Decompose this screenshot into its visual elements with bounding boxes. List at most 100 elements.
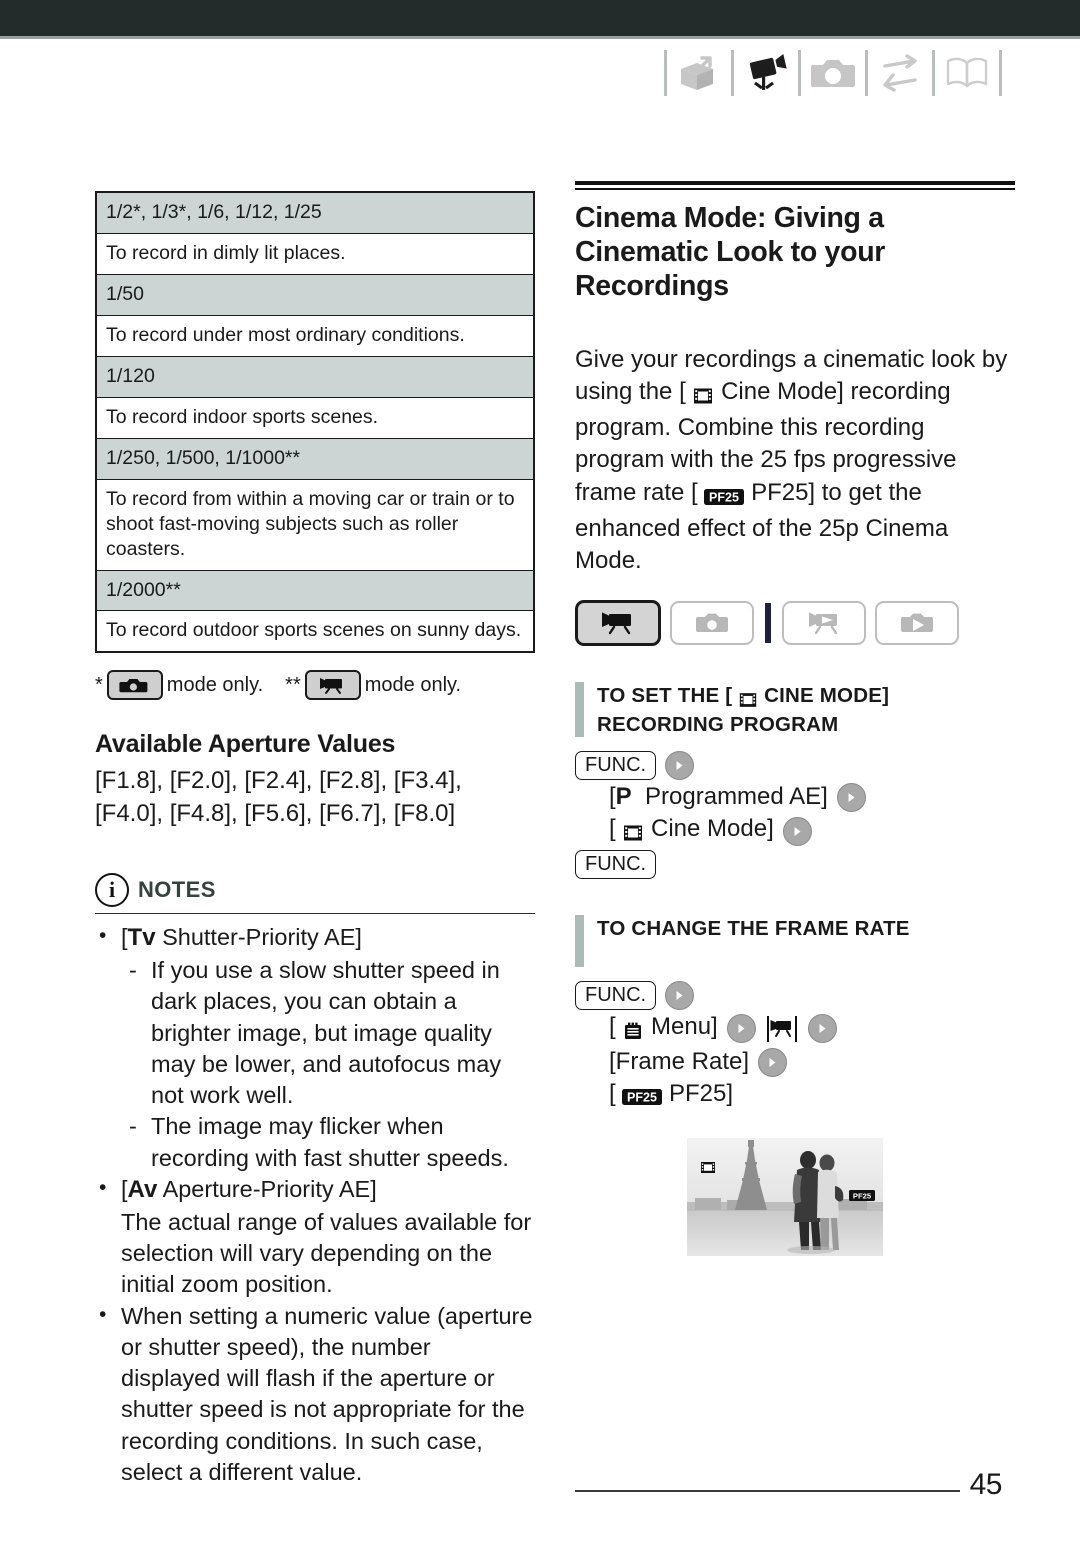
table-row: To record outdoor sports scenes on sunny… xyxy=(95,610,535,653)
shutter-speed-value: 1/2000** xyxy=(95,569,535,612)
shutter-speed-description: To record from within a moving car or tr… xyxy=(95,478,535,571)
pf25-badge-icon: PF25 xyxy=(698,482,751,509)
aperture-heading: Available Aperture Values xyxy=(95,730,396,759)
left-column: 1/2*, 1/3*, 1/6, 1/12, 1/25 To record in… xyxy=(95,191,535,1489)
mode-photo-camera[interactable] xyxy=(670,600,754,645)
menu-icon xyxy=(616,1016,651,1043)
table-row: To record in dimly lit places. xyxy=(95,232,535,275)
right-column: Cinema Mode: Giving a Cinematic Look to … xyxy=(575,181,1015,1256)
shutter-speed-description: To record outdoor sports scenes on sunny… xyxy=(95,610,535,653)
table-row: To record under most ordinary conditions… xyxy=(95,314,535,357)
arrow-right-icon xyxy=(665,751,695,781)
photo-camera-mode-icon xyxy=(106,670,163,701)
section-header-frame-rate: To change the frame rate xyxy=(575,914,1015,967)
single-star-marker: * xyxy=(95,674,103,697)
procedure-step: [ Cine Mode] xyxy=(575,815,1015,847)
bracket-open: [ xyxy=(609,1012,616,1040)
arrow-right-icon xyxy=(726,1014,756,1044)
procedure-step: FUNC. xyxy=(575,849,1015,879)
mode-button-row xyxy=(575,599,1015,646)
option-label: Cine Mode] xyxy=(651,815,774,843)
p-badge: P xyxy=(615,783,632,811)
shutter-speed-description: To record indoor sports scenes. xyxy=(95,396,535,439)
aperture-values: [F1.8], [F2.0], [F2.4], [F2.8], [F3.4], … xyxy=(95,767,462,828)
list-item: [Tv Shutter-Priority AE] xyxy=(95,922,535,954)
bracket-open: [ xyxy=(609,783,616,811)
cine-mode-icon xyxy=(732,687,764,710)
option-label: Menu] xyxy=(651,1012,718,1040)
option-text: [ Menu] xyxy=(609,1013,718,1045)
svg-text:PF25: PF25 xyxy=(627,1091,657,1105)
option-label: PF25] xyxy=(669,1079,734,1107)
mode-camcorder[interactable] xyxy=(575,599,661,646)
notes-section: i NOTES [Tv Shutter-Priority AE] If you … xyxy=(95,872,535,1488)
shutter-speed-value: 1/50 xyxy=(95,273,535,316)
procedure-step: [P Programmed AE] xyxy=(575,783,1015,813)
option-label: [Frame Rate] xyxy=(609,1047,750,1075)
eiffel-tower-couple-photo: PF25 xyxy=(687,1137,883,1256)
top-black-bar xyxy=(0,0,1080,36)
double-star-text: mode only. xyxy=(364,674,462,697)
table-row: 1/2*, 1/3*, 1/6, 1/12, 1/25 xyxy=(95,191,535,234)
cine-mode-icon xyxy=(686,381,721,408)
bracket-open: [ xyxy=(609,815,616,843)
notes-list: [Tv Shutter-Priority AE] If you use a sl… xyxy=(95,922,535,1488)
page-title: Cinema Mode: Giving a Cinematic Look to … xyxy=(575,202,886,303)
notes-header: i NOTES xyxy=(95,872,535,907)
shutter-speed-description: To record in dimly lit places. xyxy=(95,232,535,275)
section-bar xyxy=(575,914,584,967)
arrow-right-icon xyxy=(665,980,695,1010)
option-text: [ PF25 PF25] xyxy=(609,1080,733,1112)
func-button[interactable]: FUNC. xyxy=(575,751,657,781)
footer-rule xyxy=(575,1490,960,1492)
mode-playback-video[interactable] xyxy=(782,600,866,645)
section-bar xyxy=(575,681,584,738)
section-header-set-cine: To set the [ Cine Mode] recording progra… xyxy=(575,681,1015,738)
page-number: 45 xyxy=(969,1468,1003,1501)
procedure-step: [ PF25 PF25] xyxy=(575,1080,1015,1112)
mode-row-divider xyxy=(765,602,771,643)
procedure-step: [ Menu] xyxy=(575,1013,1015,1045)
pf25-badge-icon: PF25 xyxy=(616,1083,669,1110)
single-star-text: mode only. xyxy=(166,674,264,697)
bracket-open: [ xyxy=(609,1079,616,1107)
procedure-set-cine: FUNC. [P Programmed AE] [Cine Mode] FUN… xyxy=(575,751,1015,879)
procedure-step: FUNC. xyxy=(575,980,1015,1010)
title-rules xyxy=(575,181,1015,190)
table-row: To record indoor sports scenes. xyxy=(95,396,535,439)
option-label: Programmed AE] xyxy=(645,783,828,811)
note-label: Shutter-Priority AE] xyxy=(162,924,362,951)
procedure-frame-rate: FUNC. [ Menu] [Frame Rate] [PF25 PF25] xyxy=(575,980,1015,1112)
table-row: 1/120 xyxy=(95,355,535,398)
tv-badge: Tv xyxy=(127,924,156,952)
shutter-speed-value: 1/250, 1/500, 1/1000** xyxy=(95,437,535,480)
note-subitem: The image may flicker when recording wit… xyxy=(121,1111,535,1174)
option-text: [P Programmed AE] xyxy=(609,783,828,812)
section-title: To set the [ Cine Mode] recording progra… xyxy=(597,682,1015,737)
table-row: To record from within a moving car or tr… xyxy=(95,478,535,571)
camcorder-mode-icon xyxy=(304,670,361,701)
note-label: Aperture-Priority AE] xyxy=(162,1175,377,1202)
rule-thin xyxy=(575,188,1015,190)
mode-playback-photo[interactable] xyxy=(875,600,959,645)
list-item: When setting a numeric value (aperture o… xyxy=(95,1301,535,1489)
note-subitem: If you use a slow shutter speed in dark … xyxy=(121,955,535,1111)
list-item: [Av Aperture-Priority AE] xyxy=(95,1174,535,1206)
table-row: 1/2000** xyxy=(95,569,535,612)
note-body: The actual range of values available for… xyxy=(121,1208,532,1298)
info-icon: i xyxy=(95,872,129,907)
double-star-marker: ** xyxy=(285,674,301,697)
func-button[interactable]: FUNC. xyxy=(575,849,657,879)
svg-text:PF25: PF25 xyxy=(853,1191,872,1200)
arrow-right-icon xyxy=(807,1014,837,1044)
camcorder-tab-icon xyxy=(765,1014,799,1044)
section-title-before: To set the [ xyxy=(597,683,733,707)
func-button[interactable]: FUNC. xyxy=(575,980,657,1010)
arrow-right-icon xyxy=(836,783,866,813)
table-row: 1/250, 1/500, 1/1000** xyxy=(95,437,535,480)
shutter-speed-value: 1/120 xyxy=(95,355,535,398)
procedure-step: [Frame Rate] xyxy=(575,1047,1015,1077)
rule-thick xyxy=(575,181,1015,185)
shutter-speed-value: 1/2*, 1/3*, 1/6, 1/12, 1/25 xyxy=(95,191,535,234)
arrow-right-icon xyxy=(758,1047,788,1077)
